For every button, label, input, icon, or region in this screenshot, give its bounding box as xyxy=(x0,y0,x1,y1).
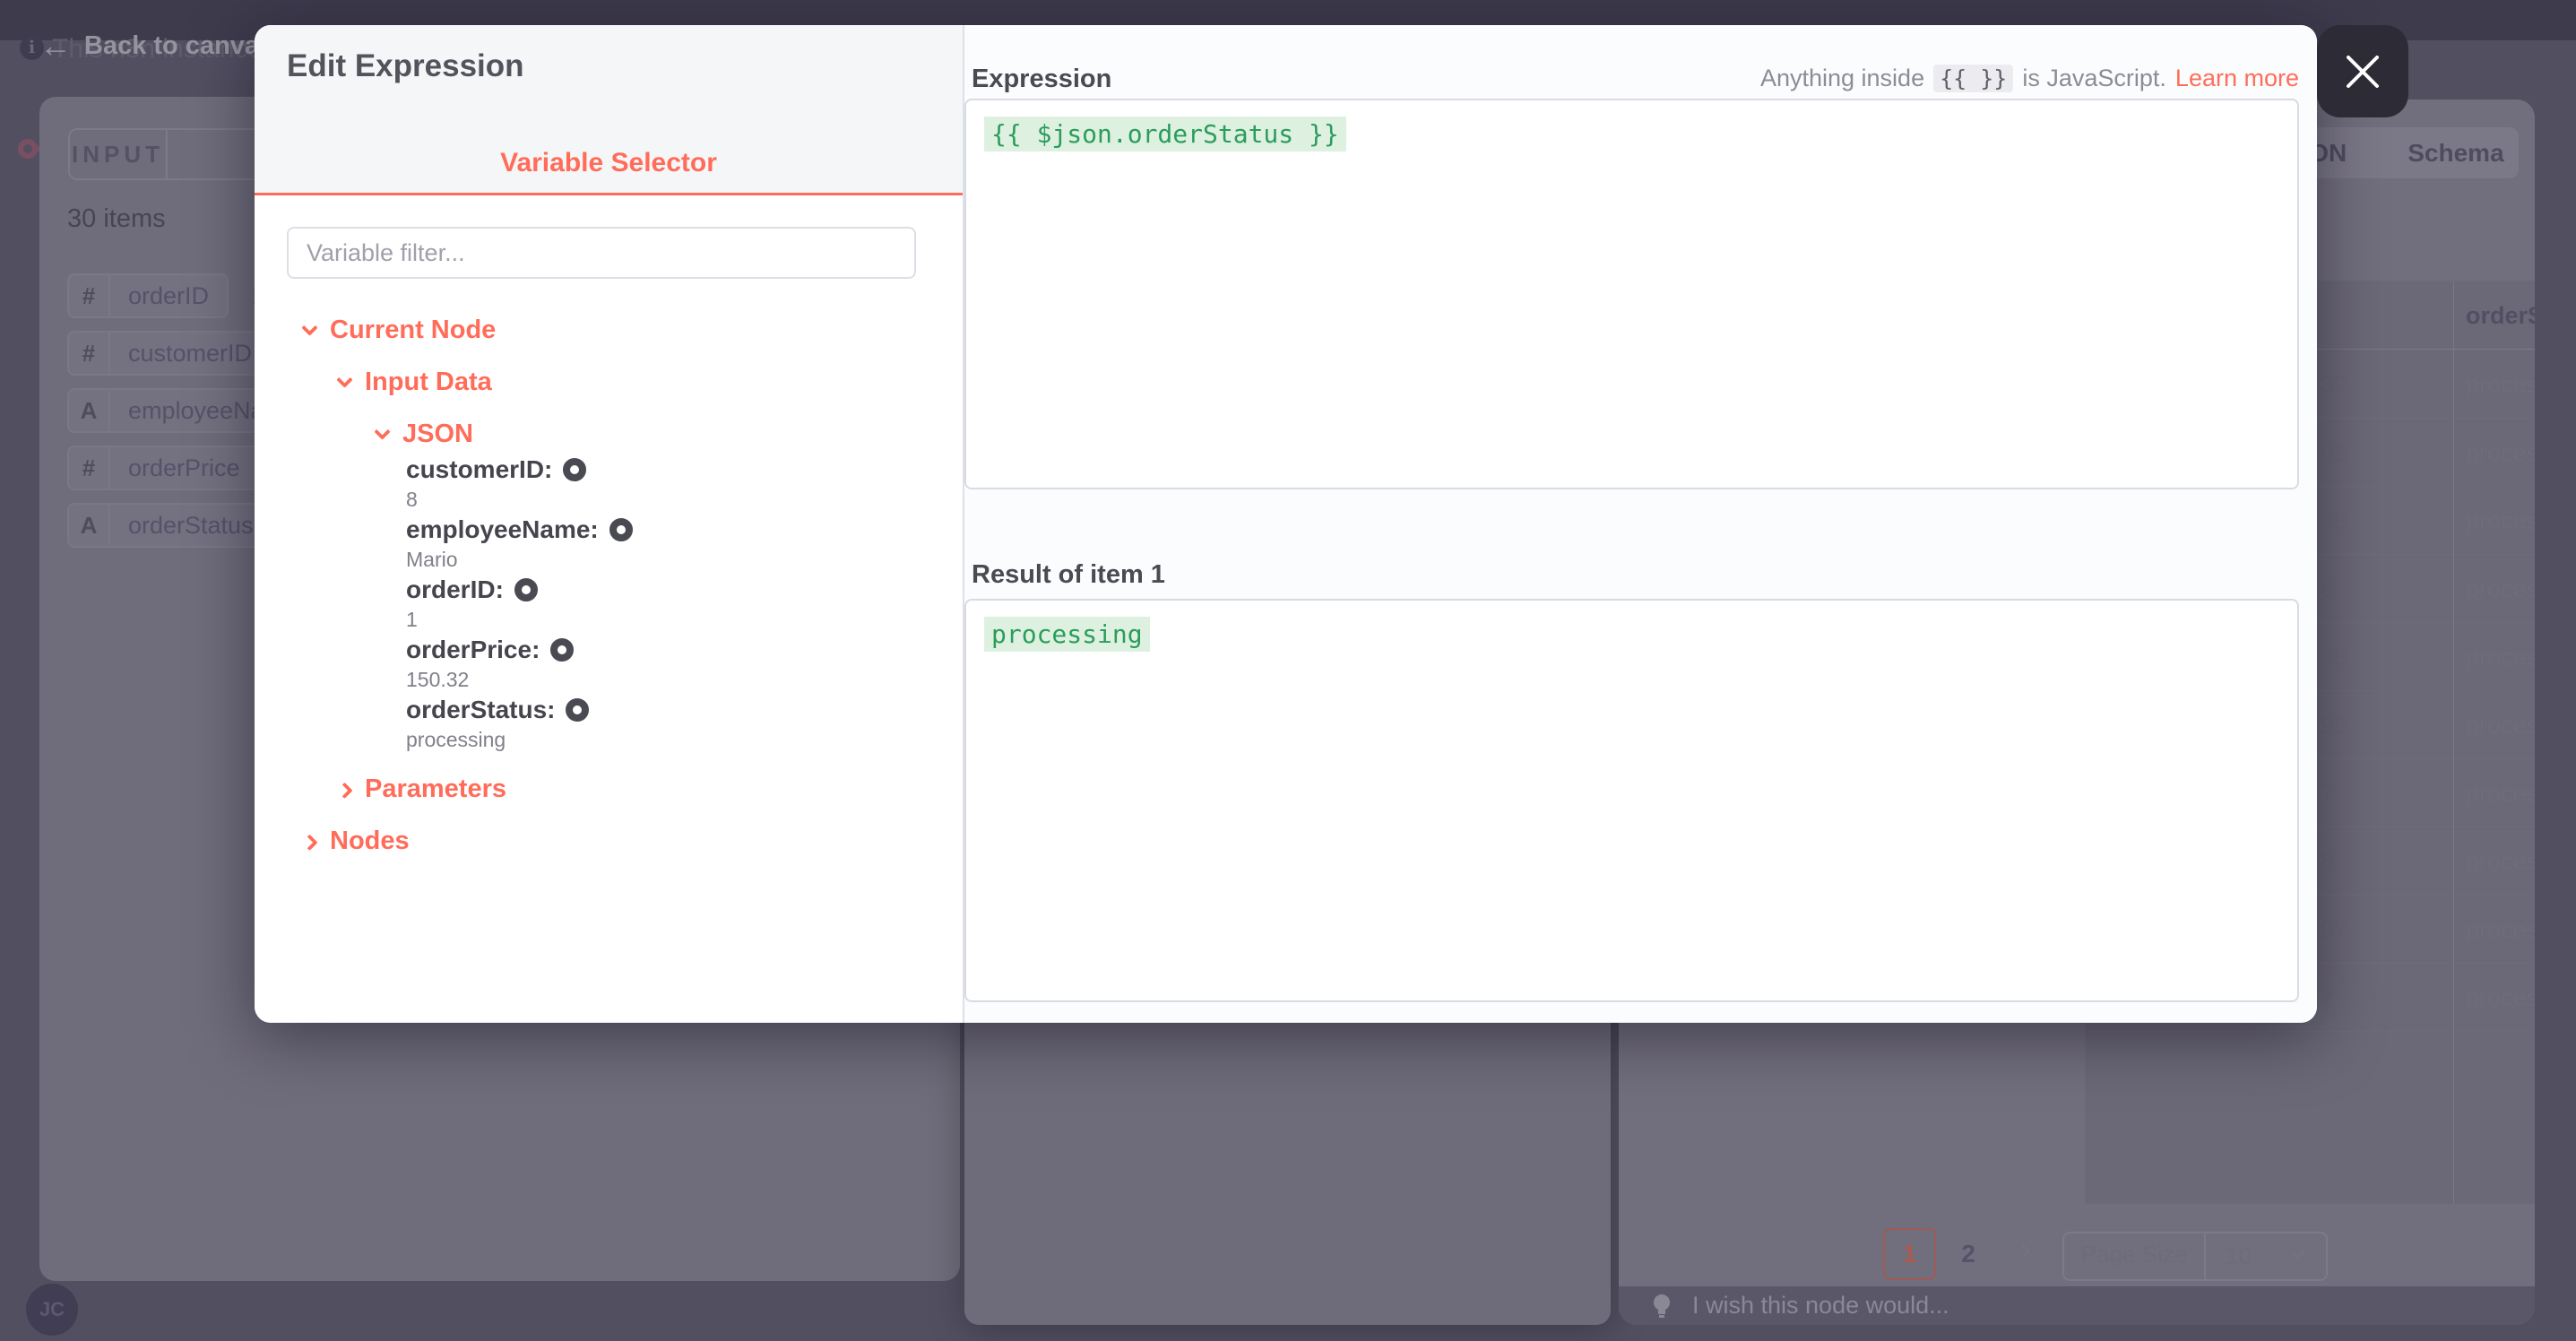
input-connector-icon xyxy=(18,139,38,159)
tree-item-current-node[interactable]: Current Node xyxy=(304,316,496,345)
braces-chip: {{ }} xyxy=(1933,65,2013,92)
drag-dot-icon[interactable] xyxy=(550,638,574,662)
expression-code: {{ $json.orderStatus }} xyxy=(984,117,1346,151)
chevron-down-icon xyxy=(374,423,390,439)
feedback-placeholder: I wish this node would... xyxy=(1692,1292,1949,1319)
tree-field-orderid[interactable]: orderID: xyxy=(406,575,538,604)
modal-header: Edit Expression Variable Selector xyxy=(255,25,963,195)
back-to-canvas-button[interactable]: ← Back to canvas xyxy=(39,30,273,62)
back-to-canvas-label: Back to canvas xyxy=(84,31,273,61)
schema-field-row: # customerID xyxy=(67,331,272,376)
tree-field-value: 150.32 xyxy=(406,668,469,692)
number-type-icon: # xyxy=(69,275,110,316)
tree-item-parameters[interactable]: Parameters xyxy=(339,774,506,804)
page-size-control[interactable]: Page Size 10 xyxy=(2062,1232,2328,1281)
tree-field-orderstatus[interactable]: orderStatus: xyxy=(406,696,589,724)
drag-dot-icon[interactable] xyxy=(514,578,538,601)
user-avatar[interactable]: JC xyxy=(26,1284,78,1336)
tree-field-value: processing xyxy=(406,728,506,752)
tree-field-value: Mario xyxy=(406,548,458,572)
page-size-value: 10 xyxy=(2226,1242,2252,1270)
drag-dot-icon[interactable] xyxy=(563,458,586,481)
schema-pill-orderprice[interactable]: # orderPrice xyxy=(67,446,260,490)
chevron-right-icon xyxy=(301,835,317,851)
edit-expression-modal: Edit Expression Variable Selector Curren… xyxy=(255,25,2317,1023)
expression-hint: Anything inside {{ }} is JavaScript. Lea… xyxy=(1760,65,2299,92)
tree-field-value: 1 xyxy=(406,608,418,632)
learn-more-link[interactable]: Learn more xyxy=(2175,65,2299,92)
variable-filter-input[interactable] xyxy=(287,227,916,279)
tree-item-input-data[interactable]: Input Data xyxy=(339,368,492,397)
tree-field-employeename[interactable]: employeeName: xyxy=(406,515,633,544)
result-heading: Result of item 1 xyxy=(972,560,1165,590)
schema-pill-customerid[interactable]: # customerID xyxy=(67,331,272,376)
modal-title: Edit Expression xyxy=(287,48,524,84)
schema-pill-orderstatus[interactable]: A orderStatus xyxy=(67,503,273,548)
expression-heading: Expression xyxy=(972,65,1111,94)
result-value: processing xyxy=(984,617,1150,652)
schema-field-row: # orderPrice xyxy=(67,446,260,490)
number-type-icon: # xyxy=(69,333,110,374)
tab-variable-selector[interactable]: Variable Selector xyxy=(255,148,963,178)
back-arrow-icon: ← xyxy=(39,30,72,62)
n8n-ndv-screen: This n8n instance is i ← Back to canvas … xyxy=(0,0,2576,1341)
expression-panel: Expression Anything inside {{ }} is Java… xyxy=(964,25,2317,1023)
tab-input[interactable]: INPUT xyxy=(70,130,168,178)
pagination-next-button[interactable] xyxy=(2018,1244,2028,1260)
tree-item-nodes[interactable]: Nodes xyxy=(304,826,410,856)
chevron-down-icon xyxy=(336,371,352,387)
chevron-down-icon xyxy=(2293,1246,2303,1262)
expression-editor[interactable]: {{ $json.orderStatus }} xyxy=(964,99,2299,489)
node-feedback-bar[interactable]: I wish this node would... xyxy=(1619,1286,2535,1325)
number-type-icon: # xyxy=(69,447,110,489)
schema-pill-orderid[interactable]: # orderID xyxy=(67,273,229,318)
schema-field-row: A orderStatus xyxy=(67,503,273,548)
tree-field-customerid[interactable]: customerID: xyxy=(406,455,586,484)
chevron-down-icon xyxy=(301,319,317,335)
drag-dot-icon[interactable] xyxy=(566,698,589,722)
chevron-right-icon xyxy=(336,783,352,799)
items-count: 30 items xyxy=(67,204,166,234)
chevron-right-icon xyxy=(2017,1244,2031,1259)
string-type-icon: A xyxy=(69,390,110,431)
close-modal-button[interactable] xyxy=(2317,25,2408,117)
variable-selector-panel: Edit Expression Variable Selector Curren… xyxy=(255,25,964,1023)
tree-field-orderprice[interactable]: orderPrice: xyxy=(406,636,574,664)
close-icon xyxy=(2344,53,2382,91)
column-header-orderstatus: orderStatus xyxy=(2466,281,2535,350)
pagination-page-2[interactable]: 2 xyxy=(1949,1228,1988,1280)
schema-field-row: # orderID 1 xyxy=(67,273,265,318)
tree-field-value: 8 xyxy=(406,488,418,512)
string-type-icon: A xyxy=(69,505,110,546)
result-viewer: processing xyxy=(964,599,2299,1002)
tree-item-json[interactable]: JSON xyxy=(376,420,473,449)
tab-schema[interactable]: Schema xyxy=(2407,139,2503,168)
drag-dot-icon[interactable] xyxy=(609,518,633,541)
lightbulb-icon xyxy=(1649,1293,1674,1319)
page-size-label: Page Size xyxy=(2064,1232,2206,1281)
pagination-page-1[interactable]: 1 xyxy=(1883,1228,1936,1280)
